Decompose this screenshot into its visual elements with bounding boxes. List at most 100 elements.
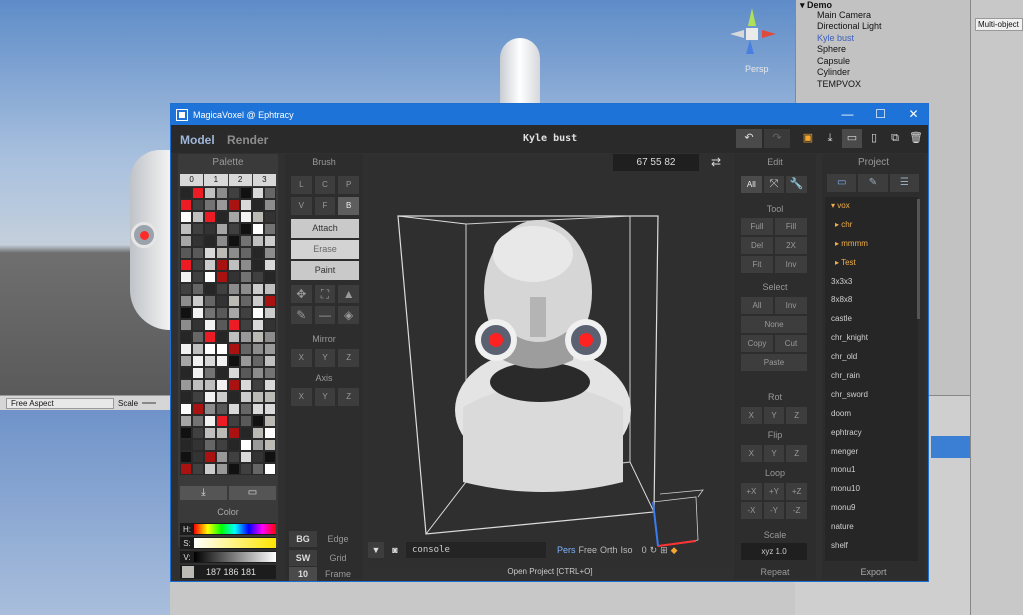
inspector-field[interactable]: Multi-object <box>975 18 1023 31</box>
value-slider[interactable]: V: <box>180 551 276 563</box>
palette-swatch[interactable] <box>252 295 264 307</box>
palette-swatch[interactable] <box>252 391 264 403</box>
palette-swatch[interactable] <box>228 199 240 211</box>
palette-swatch[interactable] <box>240 211 252 223</box>
palette-swatch[interactable] <box>228 355 240 367</box>
palette-swatch[interactable] <box>264 415 276 427</box>
tool-fit[interactable]: Fit <box>741 256 773 273</box>
palette-tab[interactable]: 3 <box>252 174 276 186</box>
palette-swatch[interactable] <box>264 343 276 355</box>
mirror-x[interactable]: X <box>291 349 312 367</box>
flip-z[interactable]: Z <box>786 445 807 462</box>
palette-swatch[interactable] <box>216 451 228 463</box>
repeat-button[interactable]: Repeat <box>734 567 816 577</box>
list-icon[interactable]: ☰ <box>889 174 919 192</box>
palette-swatch[interactable] <box>192 391 204 403</box>
list-item[interactable]: 8x8x8 <box>825 291 918 310</box>
palette-swatch[interactable] <box>264 355 276 367</box>
palette-swatch[interactable] <box>252 223 264 235</box>
palette-swatch[interactable] <box>216 259 228 271</box>
palette-swatch[interactable] <box>240 439 252 451</box>
palette-swatch[interactable] <box>228 391 240 403</box>
brush-shape-l[interactable]: L <box>291 176 312 194</box>
list-item[interactable]: ephtracy <box>825 424 918 443</box>
palette-swatch[interactable] <box>180 319 192 331</box>
rotate-icon[interactable]: ↻ <box>650 545 658 556</box>
list-item[interactable]: chr_knight <box>825 329 918 348</box>
palette-swatch[interactable] <box>228 463 240 475</box>
palette-swatch[interactable] <box>180 295 192 307</box>
attach-button[interactable]: Attach <box>291 219 359 238</box>
voxel-model-view[interactable] <box>368 172 732 567</box>
palette-swatch[interactable] <box>264 379 276 391</box>
palette-swatch[interactable] <box>228 403 240 415</box>
palette-swatch[interactable] <box>228 187 240 199</box>
palette-swatch[interactable] <box>204 211 216 223</box>
view-orth[interactable]: Orth <box>600 545 618 555</box>
palette-swatch[interactable] <box>180 235 192 247</box>
hierarchy-item[interactable]: Directional Light <box>817 21 882 31</box>
palette-swatch[interactable] <box>264 247 276 259</box>
list-item[interactable]: 3x3x3 <box>825 273 918 292</box>
frame-toggle[interactable]: Frame <box>317 567 359 581</box>
view-iso[interactable]: Iso <box>621 545 633 555</box>
palette-swatch[interactable] <box>240 307 252 319</box>
palette-swatch[interactable] <box>264 235 276 247</box>
palette-swatch[interactable] <box>180 379 192 391</box>
palette-swatch[interactable] <box>192 199 204 211</box>
loop-plus-y[interactable]: +Y <box>763 483 785 500</box>
view-pers[interactable]: Pers <box>557 545 576 555</box>
hierarchy-item-selected[interactable]: Kyle bust <box>817 33 854 43</box>
palette-swatch[interactable] <box>204 379 216 391</box>
palette-swatch[interactable] <box>240 415 252 427</box>
palette-swatch[interactable] <box>204 463 216 475</box>
palette-swatch[interactable] <box>264 295 276 307</box>
palette-swatch[interactable] <box>216 235 228 247</box>
palette-swatch[interactable] <box>264 223 276 235</box>
palette-swatch[interactable] <box>204 331 216 343</box>
palette-swatch[interactable] <box>216 427 228 439</box>
palette-tab[interactable]: 1 <box>204 174 228 186</box>
palette-swatch[interactable] <box>204 439 216 451</box>
title-bar[interactable]: MagicaVoxel @ Ephtracy — ☐ ✕ <box>171 104 928 125</box>
select-icon[interactable]: ⛶ <box>314 285 336 303</box>
palette-swatch[interactable] <box>204 235 216 247</box>
palette-swatch[interactable] <box>216 379 228 391</box>
palette-swatch[interactable] <box>252 343 264 355</box>
loop-minus-x[interactable]: -X <box>741 502 762 519</box>
palette-swatch[interactable] <box>252 307 264 319</box>
palette-swatch[interactable] <box>228 331 240 343</box>
tab-model[interactable]: Model <box>180 133 215 147</box>
palette-swatch[interactable] <box>180 223 192 235</box>
palette-swatch[interactable] <box>204 451 216 463</box>
grid-icon[interactable]: ⊞ <box>660 545 668 556</box>
palette-swatch[interactable] <box>216 271 228 283</box>
palette-swatch[interactable] <box>192 235 204 247</box>
palette-swatch[interactable] <box>252 187 264 199</box>
palette-swatch[interactable] <box>228 439 240 451</box>
palette-swatch[interactable] <box>180 367 192 379</box>
palette-swatch[interactable] <box>192 331 204 343</box>
folder-icon[interactable]: ▭ <box>827 174 857 192</box>
brush-shape-p[interactable]: P <box>338 176 359 194</box>
open-folder-icon[interactable]: ▭ <box>842 129 862 148</box>
palette-swatch[interactable] <box>240 187 252 199</box>
palette-swatch[interactable] <box>204 307 216 319</box>
palette-swatch[interactable] <box>264 211 276 223</box>
palette-swatch[interactable] <box>204 367 216 379</box>
frame-value[interactable]: 10 <box>289 567 317 581</box>
palette-swatch[interactable] <box>204 295 216 307</box>
flip-y[interactable]: Y <box>763 445 785 462</box>
hierarchy-item[interactable]: TEMPVOX <box>817 79 861 89</box>
undo-icon[interactable]: ↶ <box>736 129 762 148</box>
axis-x[interactable]: X <box>291 388 312 406</box>
palette-swatch[interactable] <box>252 379 264 391</box>
copy-button[interactable]: Copy <box>741 335 773 352</box>
tool-2x[interactable]: 2X <box>775 237 807 254</box>
palette-swatch[interactable] <box>216 295 228 307</box>
palette-swatch[interactable] <box>216 199 228 211</box>
palette-swatch[interactable] <box>240 355 252 367</box>
palette-swatch[interactable] <box>264 199 276 211</box>
hierarchy-item[interactable]: Sphere <box>817 44 846 54</box>
palette-swatch[interactable] <box>228 235 240 247</box>
